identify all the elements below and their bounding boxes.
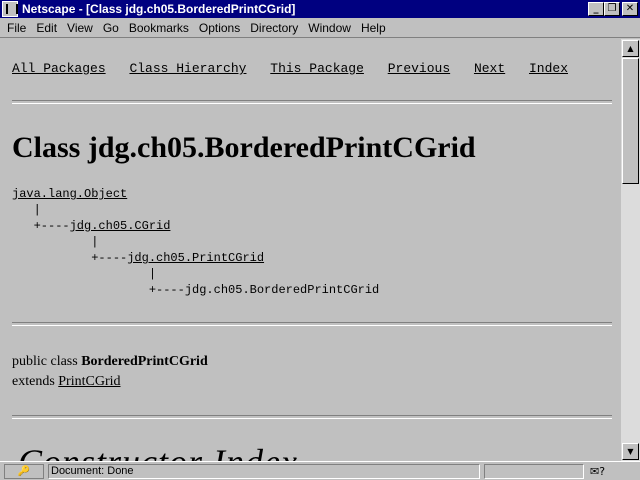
- tree-current-class: jdg.ch05.BorderedPrintCGrid: [184, 283, 380, 297]
- link-all-packages[interactable]: All Packages: [12, 61, 106, 76]
- menu-options[interactable]: Options: [194, 21, 245, 35]
- link-next[interactable]: Next: [474, 61, 505, 76]
- link-index[interactable]: Index: [529, 61, 568, 76]
- link-this-package[interactable]: This Package: [270, 61, 364, 76]
- scroll-down-button[interactable]: ▼: [622, 443, 639, 460]
- security-key-icon[interactable]: 🔑: [4, 463, 44, 479]
- class-hierarchy-tree: java.lang.Object | +----jdg.ch05.CGrid |…: [12, 186, 379, 298]
- status-text: Document: Done: [48, 463, 480, 479]
- decl-class-name: BorderedPrintCGrid: [81, 354, 208, 369]
- menu-bookmarks[interactable]: Bookmarks: [124, 21, 194, 35]
- close-button[interactable]: ✕: [622, 2, 638, 16]
- tree-connector: +----: [12, 219, 70, 233]
- link-previous[interactable]: Previous: [388, 61, 450, 76]
- scroll-up-button[interactable]: ▲: [622, 40, 639, 57]
- link-printcgrid[interactable]: PrintCGrid: [58, 374, 120, 389]
- menu-bar: File Edit View Go Bookmarks Options Dire…: [0, 18, 640, 38]
- divider: [12, 100, 612, 104]
- menu-go[interactable]: Go: [98, 21, 124, 35]
- menu-edit[interactable]: Edit: [31, 21, 62, 35]
- tree-connector: +----: [12, 283, 185, 297]
- page-content: All Packages Class Hierarchy This Packag…: [0, 39, 621, 461]
- minimize-button[interactable]: _: [588, 2, 604, 16]
- status-bar: 🔑 Document: Done ✉?: [0, 461, 640, 480]
- menu-view[interactable]: View: [62, 21, 98, 35]
- menu-directory[interactable]: Directory: [245, 21, 303, 35]
- tree-connector: |: [12, 235, 99, 249]
- mail-icon[interactable]: ✉?: [590, 464, 626, 479]
- tree-connector: |: [12, 267, 157, 281]
- decl-extends-label: extends: [12, 374, 59, 389]
- decl-prefix: public class: [12, 354, 82, 369]
- constructor-index-heading: Constructor Index: [18, 441, 298, 461]
- page-title: Class jdg.ch05.BorderedPrintCGrid: [12, 131, 476, 164]
- tree-link-object[interactable]: java.lang.Object: [12, 187, 127, 201]
- title-bar: Netscape - [Class jdg.ch05.BorderedPrint…: [0, 0, 640, 18]
- tree-connector: |: [12, 203, 41, 217]
- link-class-hierarchy[interactable]: Class Hierarchy: [129, 61, 246, 76]
- divider: [12, 322, 612, 326]
- menu-window[interactable]: Window: [303, 21, 356, 35]
- tree-link-printcgrid[interactable]: jdg.ch05.PrintCGrid: [127, 251, 264, 265]
- vertical-scrollbar[interactable]: ▲ ▼: [621, 39, 640, 461]
- menu-file[interactable]: File: [2, 21, 31, 35]
- window-title: Netscape - [Class jdg.ch05.BorderedPrint…: [22, 2, 296, 16]
- class-declaration: public class BorderedPrintCGrid extends …: [12, 352, 208, 392]
- menu-help[interactable]: Help: [356, 21, 391, 35]
- nav-links: All Packages Class Hierarchy This Packag…: [12, 61, 584, 76]
- scroll-thumb[interactable]: [622, 58, 639, 184]
- netscape-icon[interactable]: [2, 1, 18, 17]
- tree-connector: +----: [12, 251, 128, 265]
- window-controls: _ ❐ ✕: [588, 2, 638, 16]
- restore-button[interactable]: ❐: [604, 2, 620, 16]
- progress-bar: [484, 463, 584, 479]
- divider: [12, 415, 612, 419]
- tree-link-cgrid[interactable]: jdg.ch05.CGrid: [70, 219, 171, 233]
